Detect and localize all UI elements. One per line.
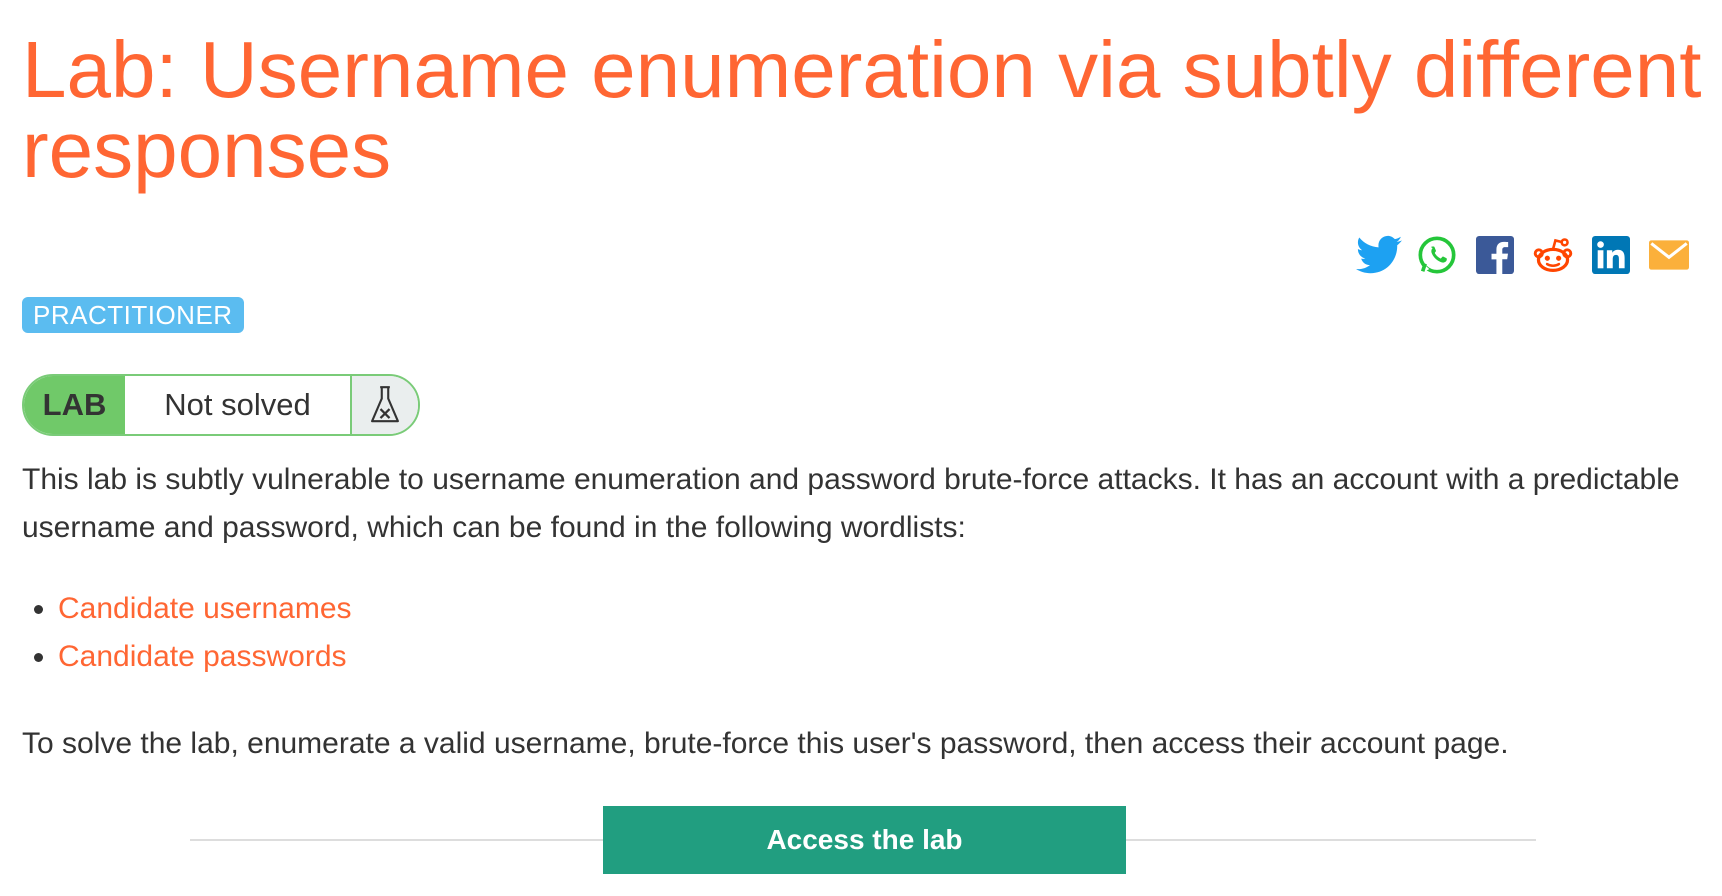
- lab-label: LAB: [24, 376, 125, 434]
- access-lab-button[interactable]: Access the lab: [603, 806, 1126, 874]
- twitter-icon[interactable]: [1356, 232, 1402, 278]
- share-bar: [1356, 232, 1692, 278]
- linkedin-icon[interactable]: [1588, 232, 1634, 278]
- candidate-passwords-link[interactable]: Candidate passwords: [58, 640, 347, 673]
- lab-status-text: Not solved: [125, 376, 352, 434]
- wordlist-links: Candidate usernames Candidate passwords: [22, 585, 352, 681]
- whatsapp-icon[interactable]: [1414, 232, 1460, 278]
- lab-page: Lab: Username enumeration via subtly dif…: [0, 0, 1722, 896]
- candidate-usernames-link[interactable]: Candidate usernames: [58, 592, 352, 625]
- level-badge: PRACTITIONER: [22, 297, 244, 333]
- facebook-icon[interactable]: [1472, 232, 1518, 278]
- list-item: Candidate passwords: [58, 633, 352, 681]
- lab-description: This lab is subtly vulnerable to usernam…: [22, 463, 1680, 544]
- lab-task: To solve the lab, enumerate a valid user…: [22, 727, 1509, 760]
- email-icon[interactable]: [1646, 232, 1692, 278]
- lab-status-widget: LAB Not solved: [22, 374, 420, 436]
- list-item: Candidate usernames: [58, 585, 352, 633]
- flask-icon: [352, 376, 418, 434]
- page-title: Lab: Username enumeration via subtly dif…: [22, 25, 1702, 194]
- reddit-icon[interactable]: [1530, 232, 1576, 278]
